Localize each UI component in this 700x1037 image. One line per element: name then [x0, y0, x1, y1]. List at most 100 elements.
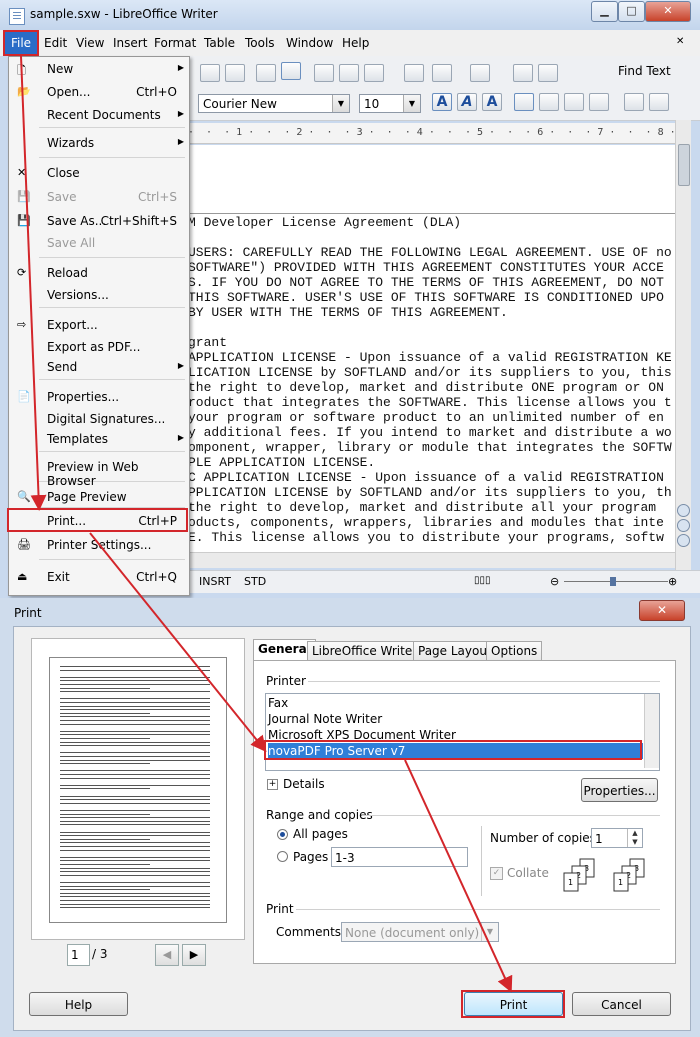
file-menu-save-as[interactable]: 💾 Save As... Ctrl+Shift+S: [9, 211, 189, 233]
paste-icon[interactable]: [364, 64, 384, 82]
copies-field[interactable]: 1 ▲ ▼: [591, 828, 643, 848]
previous-page-icon[interactable]: [677, 504, 690, 517]
file-menu-preview-in-web-browser[interactable]: Preview in Web Browser: [9, 457, 189, 488]
dialog-close-button[interactable]: ✕: [639, 600, 685, 621]
file-menu-printer-settings[interactable]: 🖨 Printer Settings...: [9, 535, 189, 557]
insert-mode[interactable]: INSRT: [199, 575, 231, 588]
file-menu-new[interactable]: 🗋 New ▶: [9, 59, 189, 81]
document-line: APPLICATION LICENSE - Upon issuance of a…: [188, 350, 672, 365]
redo-icon[interactable]: [470, 64, 490, 82]
file-menu-versions[interactable]: Versions...: [9, 285, 189, 307]
menu-tools[interactable]: Tools: [245, 36, 275, 50]
scroll-thumb[interactable]: [678, 144, 690, 186]
printer-list-item[interactable]: Journal Note Writer: [268, 711, 643, 727]
vertical-scrollbar[interactable]: [675, 120, 691, 570]
copy-icon[interactable]: [339, 64, 359, 82]
thumbnail-text-line: [60, 763, 150, 765]
underline-icon[interactable]: A: [482, 93, 502, 111]
minimize-button[interactable]: ▁: [591, 1, 618, 22]
writer-window: sample.sxw - LibreOffice Writer ▁ □ ✕ Fi…: [0, 0, 700, 598]
file-menu-export[interactable]: ⇨ Export...: [9, 315, 189, 337]
thumbnail-text-line: [60, 712, 150, 714]
file-menu-export-as-pdf[interactable]: Export as PDF...: [9, 337, 189, 359]
horizontal-ruler[interactable]: · · · 1 · · · 2 · · · 3 · · · 4 · · · 5 …: [188, 123, 675, 144]
stepper-icon[interactable]: ▲ ▼: [627, 829, 642, 847]
italic-icon[interactable]: A: [457, 93, 477, 111]
properties-button[interactable]: Properties...: [581, 778, 658, 802]
justify-icon[interactable]: [589, 93, 609, 111]
file-menu-page-preview[interactable]: 🔍 Page Preview: [9, 487, 189, 509]
details-label[interactable]: Details: [283, 777, 325, 791]
close-document-icon[interactable]: ✕: [676, 36, 684, 47]
cut-icon[interactable]: [314, 64, 334, 82]
file-menu-close[interactable]: ✕ Close: [9, 163, 189, 185]
menu-insert[interactable]: Insert: [113, 36, 147, 50]
zoom-in-icon[interactable]: ⊕: [668, 575, 677, 588]
previous-page-button[interactable]: ◀: [155, 944, 179, 966]
tab-options[interactable]: Options: [486, 641, 543, 661]
menu-edit[interactable]: Edit: [44, 36, 67, 50]
navigator-icon[interactable]: [677, 519, 690, 532]
zoom-slider-handle[interactable]: [610, 577, 616, 586]
font-name-combo[interactable]: Courier New ▼: [198, 94, 350, 113]
file-menu-send[interactable]: Send ▶: [9, 357, 189, 379]
pages-field[interactable]: 1-3: [331, 847, 468, 867]
printer-list-scrollbar[interactable]: [644, 694, 659, 768]
pages-label[interactable]: Pages: [293, 850, 328, 864]
close-window-button[interactable]: ✕: [645, 1, 691, 22]
zoom-slider[interactable]: [564, 581, 668, 582]
spellcheck-icon[interactable]: [256, 64, 276, 82]
file-menu-digital-signatures[interactable]: Digital Signatures...: [9, 409, 189, 431]
print-preview-icon[interactable]: [225, 64, 245, 82]
next-page-button[interactable]: ▶: [182, 944, 206, 966]
align-left-icon[interactable]: [514, 93, 534, 111]
file-menu-reload[interactable]: ⟳ Reload: [9, 263, 189, 285]
tab-libreoffice-writer[interactable]: LibreOffice Writer: [307, 641, 423, 661]
all-pages-radio[interactable]: [277, 829, 288, 840]
menu-item-label: Save: [47, 190, 77, 204]
table-icon[interactable]: [538, 64, 558, 82]
view-layout-icon[interactable]: ▯▯▯: [474, 575, 491, 586]
cancel-button[interactable]: Cancel: [572, 992, 671, 1016]
file-menu-wizards[interactable]: Wizards ▶: [9, 133, 189, 155]
file-menu-properties[interactable]: 📄 Properties...: [9, 387, 189, 409]
file-menu-open[interactable]: 📂 Open... Ctrl+O: [9, 82, 189, 104]
menu-help[interactable]: Help: [342, 36, 369, 50]
menu-format[interactable]: Format: [154, 36, 196, 50]
maximize-button[interactable]: □: [618, 1, 645, 22]
tab-page-layout[interactable]: Page Layout: [413, 641, 497, 661]
thumbnail-text-line: [60, 774, 210, 775]
page-number-field[interactable]: 1: [67, 944, 90, 966]
collate-checkbox[interactable]: ✓: [490, 867, 503, 880]
document-area[interactable]: M Developer License Agreement (DLA) USERS…: [188, 145, 675, 568]
menu-view[interactable]: View: [76, 36, 104, 50]
print-icon[interactable]: [200, 64, 220, 82]
file-menu-exit[interactable]: ⏏ Exit Ctrl+Q: [9, 567, 189, 589]
all-pages-label[interactable]: All pages: [293, 827, 348, 841]
expand-icon[interactable]: +: [267, 779, 278, 790]
file-menu-recent-documents[interactable]: Recent Documents ▶: [9, 105, 189, 127]
hyperlink-icon[interactable]: [513, 64, 533, 82]
zoom-out-icon[interactable]: ⊖: [550, 575, 559, 588]
align-center-icon[interactable]: [539, 93, 559, 111]
font-size-combo[interactable]: 10 ▼: [359, 94, 421, 113]
horizontal-scrollbar[interactable]: [188, 552, 675, 568]
autospellcheck-icon[interactable]: [281, 62, 301, 80]
selection-mode[interactable]: STD: [244, 575, 266, 588]
printer-list-item[interactable]: Fax: [268, 695, 643, 711]
pages-radio[interactable]: [277, 851, 288, 862]
chevron-down-icon[interactable]: ▼: [403, 95, 420, 112]
undo-icon[interactable]: [432, 64, 452, 82]
numbering-icon[interactable]: [624, 93, 644, 111]
file-menu-templates[interactable]: Templates ▶: [9, 429, 189, 451]
find-text-label[interactable]: Find Text: [618, 64, 671, 78]
bullets-icon[interactable]: [649, 93, 669, 111]
format-paintbrush-icon[interactable]: [404, 64, 424, 82]
menu-window[interactable]: Window: [286, 36, 333, 50]
next-page-icon[interactable]: [677, 534, 690, 547]
menu-table[interactable]: Table: [204, 36, 235, 50]
help-button[interactable]: Help: [29, 992, 128, 1016]
bold-icon[interactable]: A: [432, 93, 452, 111]
chevron-down-icon[interactable]: ▼: [332, 95, 349, 112]
align-right-icon[interactable]: [564, 93, 584, 111]
